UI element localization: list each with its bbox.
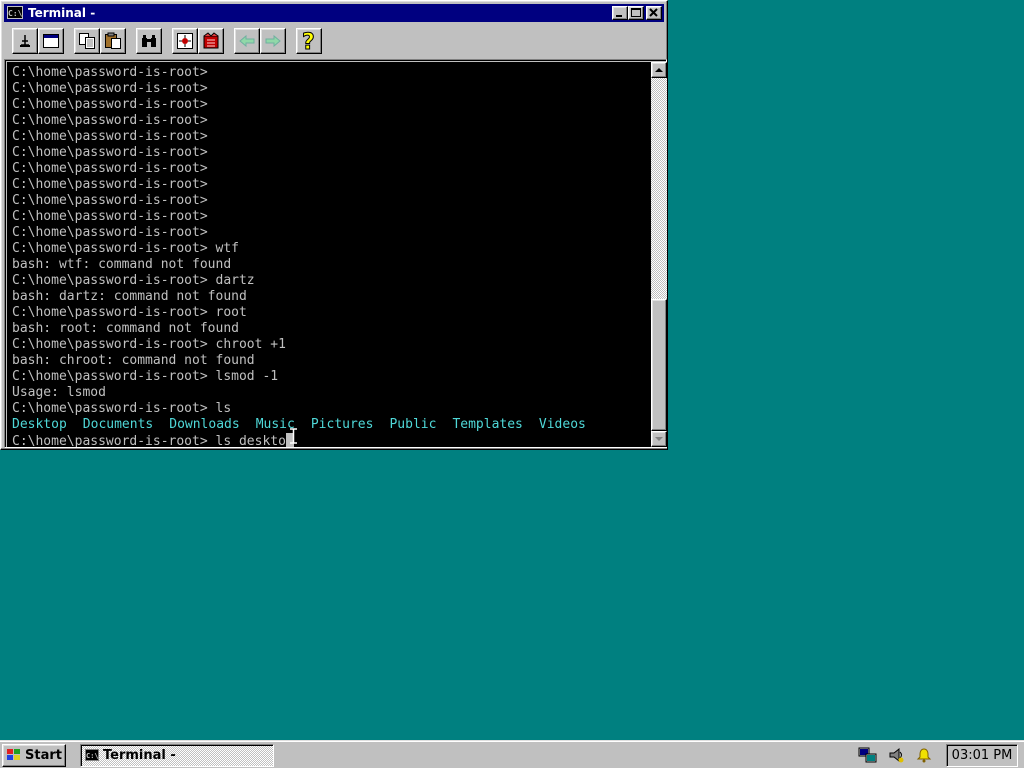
windows-logo-icon — [7, 749, 20, 760]
command-input-line[interactable]: C:\home\password-is-root> ls deskto — [12, 433, 602, 447]
properties-icon — [177, 33, 193, 49]
console-line: C:\home\password-is-root> — [12, 209, 208, 224]
svg-text:?: ? — [302, 30, 315, 52]
title-bar[interactable]: C:\ Terminal - — [4, 4, 664, 22]
console-line: Usage: lsmod — [12, 385, 106, 400]
console-line: C:\home\password-is-root> chroot +1 — [12, 337, 286, 352]
taskbar-item-terminal[interactable]: C:\ Terminal - — [80, 744, 274, 767]
help-icon: ? — [302, 30, 316, 52]
back-tool[interactable] — [234, 28, 260, 54]
text-cursor-icon — [290, 428, 297, 444]
start-button[interactable]: Start — [2, 744, 66, 767]
background-tool[interactable] — [198, 28, 224, 54]
arrow-up-icon — [655, 68, 663, 72]
help-tool[interactable]: ? — [296, 28, 322, 54]
volume-icon[interactable] — [886, 746, 906, 764]
mark-icon — [20, 35, 30, 47]
window-icon — [43, 34, 59, 48]
scroll-down-button[interactable] — [651, 431, 667, 447]
paste-tool[interactable] — [100, 28, 126, 54]
console-line: bash: wtf: command not found — [12, 257, 232, 272]
arrow-right-icon — [265, 34, 281, 48]
properties-tool[interactable] — [172, 28, 198, 54]
taskbar: Start C:\ Terminal - 03:01 PM — [0, 740, 1024, 768]
directory-entry: Pictures — [310, 417, 374, 432]
vertical-scrollbar[interactable] — [651, 62, 667, 447]
terminal-icon[interactable]: C:\ — [7, 6, 23, 19]
start-label: Start — [25, 748, 62, 763]
console-output[interactable]: C:\home\password-is-root> C:\home\passwor… — [7, 62, 651, 447]
forward-tool[interactable] — [260, 28, 286, 54]
background-icon — [203, 32, 219, 49]
fullscreen-tool[interactable] — [38, 28, 64, 54]
console-line: C:\home\password-is-root> — [12, 113, 208, 128]
directory-entry: Videos — [538, 417, 586, 432]
terminal-icon: C:\ — [85, 749, 99, 761]
taskbar-item-label: Terminal - — [103, 748, 176, 763]
binoculars-icon — [142, 35, 156, 47]
copy-tool[interactable] — [74, 28, 100, 54]
clock[interactable]: 03:01 PM — [946, 744, 1018, 767]
console-lines: C:\home\password-is-root> C:\home\passwor… — [12, 65, 602, 447]
console-line: C:\home\password-is-root> — [12, 161, 208, 176]
system-tray — [856, 744, 942, 767]
console-line: C:\home\password-is-root> — [12, 97, 208, 112]
minimize-icon — [616, 15, 622, 17]
ls-output-line: Desktop Documents Downloads Music Pictures Pu… — [12, 417, 602, 433]
console-line: C:\home\password-is-root> — [12, 193, 208, 208]
minimize-button[interactable] — [612, 6, 628, 20]
console-line: C:\home\password-is-root> dartz — [12, 273, 255, 288]
console-line: C:\home\password-is-root> lsmod -1 — [12, 369, 279, 384]
paste-icon — [105, 32, 121, 49]
console-line: bash: chroot: command not found — [12, 353, 255, 368]
console-line: C:\home\password-is-root> — [12, 145, 208, 160]
console-frame: C:\home\password-is-root> C:\home\passwor… — [4, 59, 667, 448]
console-line: C:\home\password-is-root> — [12, 129, 208, 144]
copy-icon — [79, 33, 95, 49]
directory-entry: Templates — [452, 417, 523, 432]
directory-entry: Public — [389, 417, 437, 432]
console-line: C:\home\password-is-root> — [12, 177, 208, 192]
directory-entry: Desktop — [12, 417, 67, 432]
maximize-icon — [631, 8, 641, 17]
window-title: Terminal - — [28, 6, 96, 20]
arrow-down-icon — [655, 437, 663, 441]
console-line: bash: root: command not found — [12, 321, 239, 336]
mark-tool[interactable] — [12, 28, 38, 54]
console-line: C:\home\password-is-root> wtf — [12, 241, 239, 256]
scroll-up-button[interactable] — [651, 62, 667, 78]
notification-bell-icon[interactable] — [914, 746, 934, 764]
console-line: C:\home\password-is-root> — [12, 81, 208, 96]
toolbar: ? — [4, 25, 664, 59]
network-icon[interactable] — [858, 746, 878, 764]
directory-entry: Documents — [82, 417, 154, 432]
terminal-window: C:\ Terminal - ? C:\home\password-is-roo… — [0, 0, 668, 450]
maximize-button[interactable] — [628, 6, 644, 20]
console-line: C:\home\password-is-root> — [12, 225, 208, 240]
command-input-text: C:\home\password-is-root> ls deskto — [12, 434, 286, 447]
console-line: C:\home\password-is-root> — [12, 65, 208, 80]
find-tool[interactable] — [136, 28, 162, 54]
console-line: bash: dartz: command not found — [12, 289, 247, 304]
directory-entry: Downloads — [169, 417, 240, 432]
arrow-left-icon — [239, 34, 255, 48]
console-line: C:\home\password-is-root> ls — [12, 401, 232, 416]
close-icon — [649, 8, 658, 17]
scroll-thumb[interactable] — [651, 299, 667, 431]
console-line: C:\home\password-is-root> root — [12, 305, 247, 320]
close-button[interactable] — [646, 6, 662, 20]
